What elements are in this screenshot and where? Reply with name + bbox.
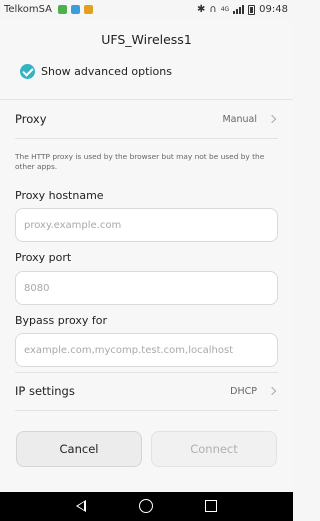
bypass-proxy-input[interactable] (15, 333, 278, 367)
proxy-helper-text: The HTTP proxy is used by the browser bu… (15, 152, 265, 171)
clock: 09:48 (259, 4, 288, 15)
network-type: 4G (220, 6, 230, 13)
sim-icon (58, 5, 67, 14)
back-icon[interactable] (76, 500, 86, 512)
headphones-icon: ∩ (209, 4, 217, 15)
show-advanced-row[interactable]: Show advanced options (20, 64, 172, 79)
battery-icon (248, 4, 256, 15)
divider (15, 372, 278, 373)
status-right-group: ✱ ∩ 4G 09:48 (197, 4, 288, 15)
show-advanced-checkbox[interactable] (20, 64, 35, 79)
signal-icon (233, 5, 245, 14)
recent-apps-icon[interactable] (205, 500, 217, 512)
chevron-right-icon (267, 386, 277, 396)
proxy-port-input[interactable] (15, 271, 278, 305)
proxy-hostname-label: Proxy hostname (15, 189, 104, 202)
wifi-dialog: UFS_Wireless1 Show advanced options Prox… (0, 20, 293, 492)
bluetooth-icon: ✱ (196, 4, 206, 15)
cancel-button[interactable]: Cancel (16, 431, 142, 467)
chevron-right-icon (267, 114, 277, 124)
divider (0, 99, 293, 100)
home-icon[interactable] (139, 499, 153, 513)
proxy-label: Proxy (15, 112, 47, 126)
ip-settings-value: DHCP (230, 386, 257, 397)
photo-icon (71, 5, 80, 14)
proxy-hostname-input[interactable] (15, 208, 278, 242)
divider (15, 138, 278, 139)
bypass-proxy-label: Bypass proxy for (15, 314, 108, 327)
status-bar: TelkomSA ✱ ∩ 4G 09:48 (0, 0, 293, 20)
navigation-bar (0, 492, 293, 521)
carrier-name: TelkomSA (4, 4, 53, 15)
dialog-title: UFS_Wireless1 (101, 32, 192, 47)
ip-settings-label: IP settings (15, 384, 75, 398)
download-icon (84, 5, 93, 14)
proxy-port-label: Proxy port (15, 251, 72, 264)
proxy-value: Manual (222, 114, 257, 125)
connect-button[interactable]: Connect (151, 431, 277, 467)
show-advanced-label: Show advanced options (41, 65, 172, 78)
divider (15, 410, 278, 411)
